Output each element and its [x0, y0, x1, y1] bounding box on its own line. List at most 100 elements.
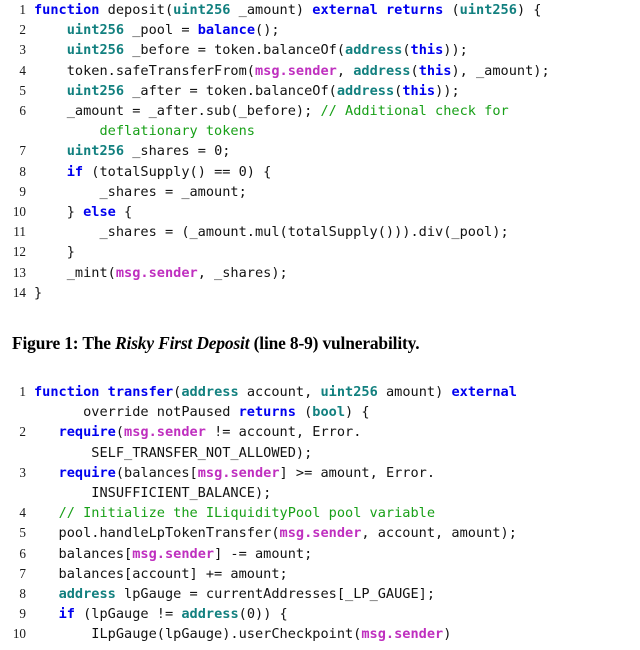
caption-suffix: (line 8-9) vulnerability. — [249, 333, 420, 353]
code-line-text: token.safeTransferFrom(msg.sender, addre… — [34, 61, 640, 81]
code-token: ), _amount); — [451, 62, 550, 79]
code-line: 5 pool.handleLpTokenTransfer(msg.sender,… — [6, 523, 640, 543]
code-token: uint256 — [320, 384, 378, 400]
code-token: ] -= amount; — [214, 545, 313, 562]
code-token: address — [181, 384, 239, 400]
code-token: , account, amount); — [361, 525, 517, 542]
code-token: pool.handleLpTokenTransfer( — [34, 525, 280, 542]
code-line-text: uint256 _pool = balance(); — [34, 20, 640, 40]
code-line-text: uint256 _before = token.balanceOf(addres… — [34, 40, 640, 60]
code-line-number: 12 — [12, 244, 26, 260]
code-line: 8 if (totalSupply() == 0) { — [6, 162, 640, 182]
code-line-number: 2 — [19, 424, 26, 440]
code-line-number: 4 — [19, 505, 26, 521]
code-line: 6 _amount = _after.sub(_before); // Addi… — [6, 101, 640, 121]
code-token: msg.sender — [124, 424, 206, 441]
code-line-number: 4 — [19, 62, 26, 78]
code-line-text: override notPaused returns (bool) { — [34, 402, 640, 422]
code-line-number: 1 — [19, 2, 26, 17]
code-token: function — [34, 2, 100, 18]
code-token: != account, Error. — [205, 424, 362, 441]
code-token: function — [34, 384, 100, 400]
code-line-number: 8 — [19, 163, 26, 179]
code-token: ( — [295, 404, 313, 421]
caption-emphasis: Risky First Deposit — [115, 333, 250, 353]
code-line-text: _mint(msg.sender, _shares); — [34, 263, 640, 283]
code-token: _shares = (_amount.mul(totalSupply())).d… — [34, 224, 509, 241]
code-token: token.safeTransferFrom( — [34, 62, 255, 79]
code-listing-deposit: 1 function deposit(uint256 _amount) exter… — [6, 0, 640, 303]
code-listing-transfer: 1 function transfer(address account, uint… — [6, 382, 640, 645]
code-token: uint256 — [66, 42, 125, 59]
code-token: deflationary tokens — [99, 123, 255, 140]
code-token: bool — [312, 404, 346, 421]
code-line-number: 7 — [19, 143, 26, 159]
code-token: this — [418, 62, 452, 79]
code-token: _amount) — [230, 2, 313, 18]
code-token: msg.sender — [361, 626, 444, 643]
code-line-number: 11 — [13, 224, 26, 240]
code-line: 4 // Initialize the ILiquidityPool pool … — [6, 503, 640, 523]
code-token: _mint( — [34, 264, 116, 281]
code-token: _before = token.balanceOf( — [124, 42, 346, 59]
code-line-number: 10 — [12, 204, 26, 220]
code-line: override notPaused returns (bool) { — [6, 402, 640, 422]
code-line-number: 10 — [12, 626, 26, 642]
code-token: uint256 — [459, 2, 517, 18]
code-token: { — [115, 204, 133, 221]
code-token: this — [402, 82, 436, 99]
code-token: balances[account] += amount; — [34, 565, 288, 582]
code-token: account, — [238, 384, 321, 400]
code-token: deposit( — [99, 2, 174, 18]
code-token: returns — [238, 404, 296, 421]
code-line: 1 function deposit(uint256 _amount) exter… — [6, 0, 640, 20]
code-line-text: require(msg.sender != account, Error. — [34, 422, 640, 442]
code-token: INSUFFICIENT_BALANCE); — [34, 485, 272, 502]
code-token: balance — [197, 22, 256, 39]
code-line-text: SELF_TRANSFER_NOT_ALLOWED); — [34, 443, 640, 463]
code-line-number: 5 — [19, 525, 26, 541]
code-token: uint256 — [66, 22, 125, 39]
code-line-number: 6 — [19, 103, 26, 119]
code-token: ( — [402, 42, 411, 59]
code-token: (lpGauge != — [74, 606, 182, 623]
code-line-text: function deposit(uint256 _amount) extern… — [34, 0, 640, 20]
code-line-text: pool.handleLpTokenTransfer(msg.sender, a… — [34, 523, 640, 543]
code-line: 1 function transfer(address account, uint… — [6, 382, 640, 402]
code-token: )); — [435, 82, 460, 99]
code-line-number: 6 — [19, 545, 26, 561]
code-line: 11 _shares = (_amount.mul(totalSupply())… — [6, 222, 640, 242]
code-line-text: _amount = _after.sub(_before); // Additi… — [34, 101, 640, 121]
code-token: if — [66, 163, 84, 180]
code-line: 10 } else { — [6, 202, 640, 222]
code-token: (balances[ — [115, 464, 198, 481]
code-line: 10 ILpGauge(lpGauge).userCheckpoint(msg.… — [6, 624, 640, 644]
code-line-text: _shares = _amount; — [34, 182, 640, 202]
figure-caption: Figure 1: The Risky First Deposit (line … — [12, 333, 420, 354]
code-token: ( — [115, 424, 125, 441]
code-line-text: } — [34, 242, 640, 262]
code-token: msg.sender — [115, 264, 198, 281]
code-line-text: } else { — [34, 202, 640, 222]
code-token: ] >= amount, Error. — [279, 464, 436, 481]
code-token: address — [181, 606, 239, 623]
code-token: address — [58, 586, 116, 603]
code-line-number: 2 — [19, 22, 26, 38]
code-token: address — [345, 42, 403, 59]
code-line: 7 balances[account] += amount; — [6, 564, 640, 584]
code-line: 6 balances[msg.sender] -= amount; — [6, 544, 640, 564]
code-line-number: 5 — [19, 82, 26, 98]
code-token: msg.sender — [132, 545, 215, 562]
code-line-text: } — [34, 283, 640, 303]
code-token: ( — [443, 2, 460, 18]
code-token: msg.sender — [279, 525, 362, 542]
code-token: transfer — [107, 384, 174, 400]
